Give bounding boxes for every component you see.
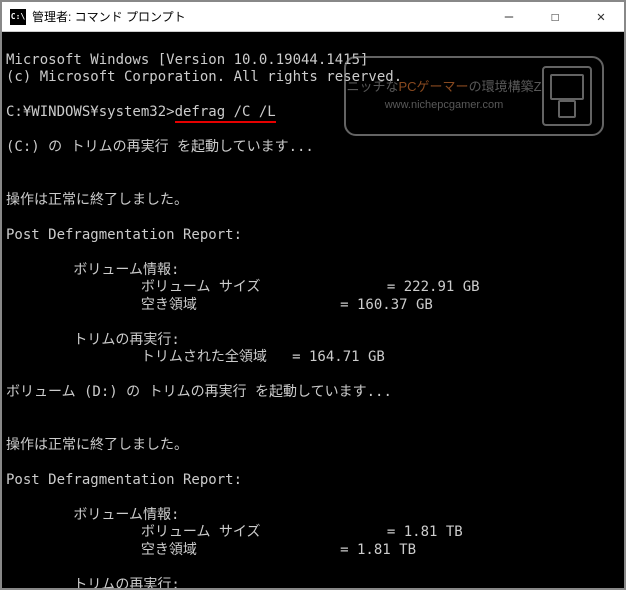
command-prompt-window: C:\ 管理者: コマンド プロンプト — ☐ ✕ Microsoft Wind… — [0, 0, 626, 590]
output-line: トリムの再実行: — [6, 577, 180, 589]
window-title: 管理者: コマンド プロンプト — [32, 8, 486, 25]
output-line: Post Defragmentation Report: — [6, 227, 242, 243]
output-line: (C:) の トリムの再実行 を起動しています... — [6, 139, 314, 155]
cmd-icon: C:\ — [10, 9, 26, 25]
output-line: ボリューム サイズ = 222.91 GB — [6, 279, 480, 295]
close-button[interactable]: ✕ — [578, 2, 624, 31]
window-controls: — ☐ ✕ — [486, 2, 624, 31]
output-line: ボリューム情報: — [6, 507, 179, 523]
minimize-button[interactable]: — — [486, 2, 532, 31]
terminal-output[interactable]: Microsoft Windows [Version 10.0.19044.14… — [2, 32, 624, 588]
prompt-path: C:¥WINDOWS¥system32> — [6, 104, 175, 120]
output-line: 操作は正常に終了しました。 — [6, 192, 188, 208]
output-line: (c) Microsoft Corporation. All rights re… — [6, 69, 402, 85]
output-line: 操作は正常に終了しました。 — [6, 437, 188, 453]
output-line: Microsoft Windows [Version 10.0.19044.14… — [6, 52, 368, 68]
output-line: トリムされた全領域 = 164.71 GB — [6, 349, 385, 365]
output-line: ボリューム情報: — [6, 262, 179, 278]
output-line: 空き領域 = 1.81 TB — [6, 542, 416, 558]
output-line: Post Defragmentation Report: — [6, 472, 242, 488]
titlebar[interactable]: C:\ 管理者: コマンド プロンプト — ☐ ✕ — [2, 2, 624, 32]
output-line: ボリューム (D:) の トリムの再実行 を起動しています... — [6, 384, 392, 400]
typed-command: defrag /C /L — [175, 104, 276, 123]
maximize-button[interactable]: ☐ — [532, 2, 578, 31]
output-line: トリムの再実行: — [6, 332, 180, 348]
output-line: 空き領域 = 160.37 GB — [6, 297, 433, 313]
output-line: ボリューム サイズ = 1.81 TB — [6, 524, 463, 540]
